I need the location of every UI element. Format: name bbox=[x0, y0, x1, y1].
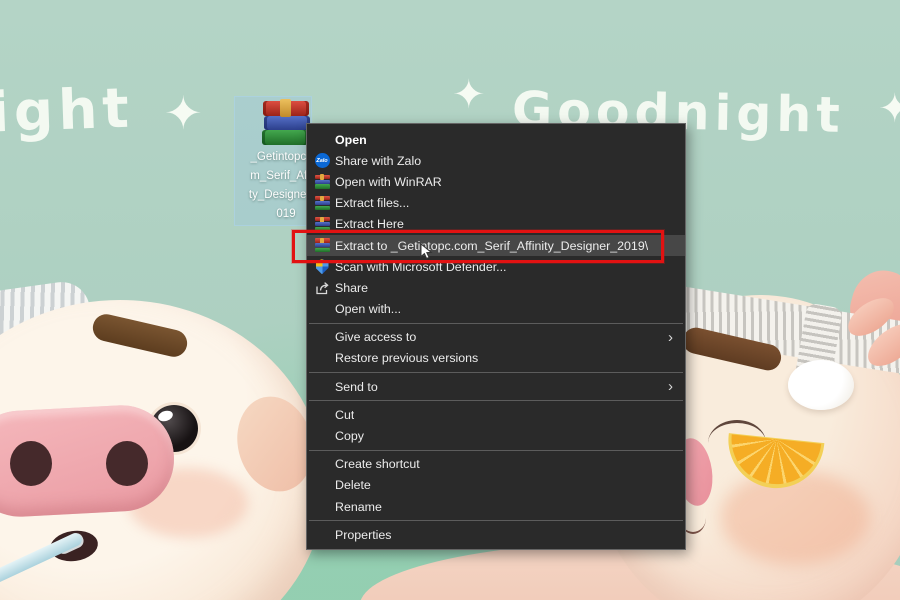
menu-separator bbox=[309, 450, 683, 451]
sparkle-icon: ✦ bbox=[164, 86, 203, 140]
winrar-icon bbox=[315, 174, 330, 189]
menu-item-give-access-to[interactable]: Give access to › bbox=[307, 327, 685, 348]
menu-item-cut[interactable]: Cut bbox=[307, 404, 685, 425]
sparkle-icon: ✦ bbox=[452, 72, 486, 118]
left-pig-nostril bbox=[10, 441, 52, 486]
menu-item-share-with-zalo[interactable]: Zalo Share with Zalo bbox=[307, 150, 685, 171]
winrar-book-blue bbox=[264, 116, 310, 130]
menu-item-properties[interactable]: Properties bbox=[307, 524, 685, 545]
menu-item-open-with[interactable]: Open with... bbox=[307, 299, 685, 320]
menu-separator bbox=[309, 520, 683, 521]
share-icon bbox=[314, 280, 330, 296]
menu-item-create-shortcut[interactable]: Create shortcut bbox=[307, 454, 685, 475]
zalo-icon: Zalo bbox=[315, 153, 330, 168]
menu-item-extract-files[interactable]: Extract files... bbox=[307, 193, 685, 214]
menu-separator bbox=[309, 323, 683, 324]
left-pig-nostril bbox=[106, 441, 148, 486]
menu-item-share[interactable]: Share bbox=[307, 277, 685, 298]
menu-item-delete[interactable]: Delete bbox=[307, 475, 685, 496]
winrar-icon bbox=[315, 196, 330, 211]
menu-separator bbox=[309, 400, 683, 401]
menu-separator bbox=[309, 372, 683, 373]
annotation-red-box bbox=[292, 230, 664, 263]
menu-item-copy[interactable]: Copy bbox=[307, 425, 685, 446]
winrar-archive-icon[interactable] bbox=[262, 99, 310, 147]
context-menu: Open Zalo Share with Zalo Open with WinR… bbox=[306, 123, 686, 550]
desktop-screen: ight ✦ ✦ Goodnight ✦ bbox=[0, 0, 900, 600]
mouse-cursor bbox=[420, 243, 434, 266]
wallpaper-text-left: ight bbox=[0, 76, 135, 145]
menu-item-send-to[interactable]: Send to › bbox=[307, 376, 685, 397]
menu-item-open-with-winrar[interactable]: Open with WinRAR bbox=[307, 171, 685, 192]
menu-item-open[interactable]: Open bbox=[307, 129, 685, 150]
menu-item-restore-previous-versions[interactable]: Restore previous versions bbox=[307, 348, 685, 369]
winrar-clasp bbox=[280, 99, 291, 117]
right-pig-cotton-puff bbox=[788, 360, 854, 410]
sparkle-icon: ✦ bbox=[878, 86, 900, 132]
winrar-book-green bbox=[262, 130, 308, 145]
submenu-arrow-icon: › bbox=[660, 330, 673, 345]
submenu-arrow-icon: › bbox=[660, 379, 673, 394]
menu-item-rename[interactable]: Rename bbox=[307, 496, 685, 517]
